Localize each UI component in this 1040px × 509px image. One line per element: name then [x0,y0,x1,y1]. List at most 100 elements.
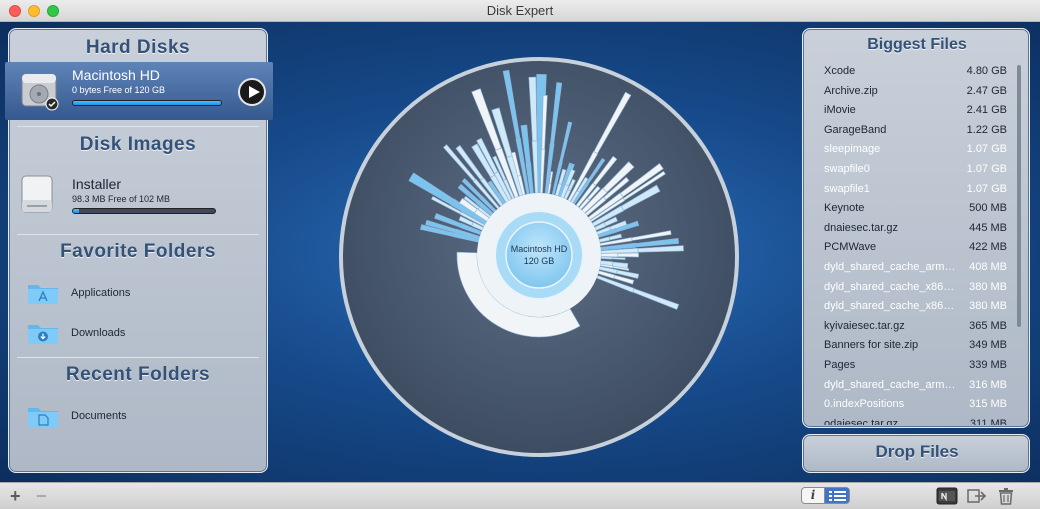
file-name: odaiesec.tar.gz [824,417,898,425]
drop-files-label: Drop Files [875,442,959,461]
sidebar: Hard Disks Macintosh HD 0 bytes Free of … [5,28,273,473]
sunburst-center-size: 120 GB [524,256,555,266]
biggest-file-row[interactable]: iMovie 2.41 GB [809,101,1023,121]
scan-play-button[interactable] [238,78,266,106]
favorite-folder-label: Downloads [71,327,126,339]
biggest-files-panel: Biggest Files Xcode 4.80 GB Archive.zip 2.4… [802,28,1030,428]
disk-images-heading: Disk Images [79,134,197,155]
biggest-file-row[interactable]: kyivaiesec.tar.gz 365 MB [809,317,1023,337]
recent-folders-heading: Recent Folders [65,364,211,385]
drop-files-area[interactable]: Drop Files [802,434,1030,473]
biggest-file-row[interactable]: odaiesec.tar.gz 311 MB [809,415,1023,425]
file-size: 349 MB [969,339,1007,352]
biggest-file-row[interactable]: Keynote 500 MB [809,199,1023,219]
file-name: Banners for site.zip [824,339,919,352]
sunburst-center[interactable] [505,221,573,289]
file-size: 422 MB [969,241,1007,254]
info-view-button[interactable]: i [801,487,825,504]
favorite-folders-heading: Favorite Folders [60,241,216,262]
hard-disk-usage-bar [72,100,222,106]
sunburst-center-name: Macintosh HD [511,244,568,254]
main-area: Hard Disks Macintosh HD 0 bytes Free of … [0,22,1040,482]
divider [17,126,259,127]
title-bar: Disk Expert [0,0,1040,22]
window-title: Disk Expert [486,3,554,18]
biggest-file-row[interactable]: dyld_shared_cache_arm… 316 MB [809,376,1023,396]
disk-image-usage-bar [72,208,216,214]
file-name: iMovie [824,104,856,117]
file-name: 0.indexPositions [824,398,905,411]
biggest-file-row[interactable]: dyld_shared_cache_arm… 408 MB [809,258,1023,278]
file-size: 445 MB [969,221,1007,234]
hard-disk-name: Macintosh HD [72,67,160,83]
sunburst-segment[interactable] [600,252,619,258]
file-name: sleepimage [824,143,881,156]
divider [17,234,259,235]
sunburst-segment[interactable] [611,257,626,260]
hard-disk-free-space: 0 bytes Free of 120 GB [72,85,166,95]
file-name: dyld_shared_cache_arm… [824,378,956,391]
biggest-file-row[interactable]: Banners for site.zip 349 MB [809,336,1023,356]
recent-folder-label: Documents [71,410,127,422]
applications-folder-icon [28,285,58,304]
file-name: dyld_shared_cache_x86… [824,280,955,293]
file-name: Keynote [824,202,865,215]
remove-button[interactable]: − [36,486,47,506]
file-name: swapfile0 [824,162,870,175]
disk-image-usage-fill [73,209,79,213]
sunburst-segment[interactable] [617,252,639,258]
file-size: 2.47 GB [966,84,1007,97]
hard-disk-usage-fill [73,101,221,105]
minimize-window-button[interactable] [28,5,40,17]
file-size: 500 MB [969,202,1007,215]
documents-folder-icon [28,408,58,427]
biggest-file-row[interactable]: PCMWave 422 MB [809,238,1023,258]
biggest-file-row[interactable]: dyld_shared_cache_x86… 380 MB [809,278,1023,298]
file-name: PCMWave [824,241,877,254]
file-name: dnaiesec.tar.gz [824,221,898,234]
terminal-icon[interactable] [936,487,958,505]
biggest-file-row[interactable]: dyld_shared_cache_x86… 380 MB [809,297,1023,317]
hard-disks-heading: Hard Disks [85,37,191,58]
biggest-file-row[interactable]: Xcode 4.80 GB [809,62,1023,82]
biggest-file-row[interactable]: GarageBand 1.22 GB [809,121,1023,141]
sunburst-segment[interactable] [600,256,613,260]
trash-icon[interactable] [996,486,1016,506]
reveal-in-finder-icon[interactable] [966,487,988,505]
file-size: 1.07 GB [966,143,1007,156]
hard-disk-item[interactable]: Macintosh HD 0 bytes Free of 120 GB [5,62,273,120]
file-name: dyld_shared_cache_x86… [824,300,955,313]
file-size: 380 MB [969,300,1007,313]
biggest-file-row[interactable]: Pages 339 MB [809,356,1023,376]
file-size: 1.07 GB [966,162,1007,175]
biggest-file-row[interactable]: swapfile1 1.07 GB [809,180,1023,200]
divider [17,357,259,358]
file-size: 380 MB [969,280,1007,293]
biggest-files-heading: Biggest Files [867,36,967,53]
file-name: swapfile1 [824,182,870,195]
file-size: 1.22 GB [966,123,1007,136]
biggest-file-row[interactable]: swapfile0 1.07 GB [809,160,1023,180]
zoom-window-button[interactable] [47,5,59,17]
close-window-button[interactable] [9,5,21,17]
bottom-toolbar: + − i [0,482,1040,509]
disk-usage-sunburst-chart[interactable]: Macintosh HD 120 GB [330,42,750,472]
file-size: 315 MB [969,398,1007,411]
file-size: 1.07 GB [966,182,1007,195]
file-size: 4.80 GB [966,65,1007,77]
biggest-file-row[interactable]: sleepimage 1.07 GB [809,140,1023,160]
file-size: 339 MB [969,358,1007,371]
downloads-folder-icon [28,325,58,344]
biggest-files-scrollbar[interactable] [1017,65,1021,327]
biggest-file-row[interactable]: dnaiesec.tar.gz 445 MB [809,219,1023,239]
disk-image-icon [21,175,53,213]
file-size: 311 MB [969,417,1007,425]
file-name: Xcode [824,65,856,77]
add-button[interactable]: + [10,486,21,506]
file-name: kyivaiesec.tar.gz [824,319,905,332]
disk-image-name: Installer [72,176,122,192]
list-view-button[interactable] [824,487,850,504]
biggest-file-row[interactable]: Archive.zip 2.47 GB [809,82,1023,102]
biggest-file-row[interactable]: 0.indexPositions 315 MB [809,395,1023,415]
biggest-files-list[interactable]: Xcode 4.80 GB Archive.zip 2.47 GB iMovie 2.41… [809,62,1023,425]
